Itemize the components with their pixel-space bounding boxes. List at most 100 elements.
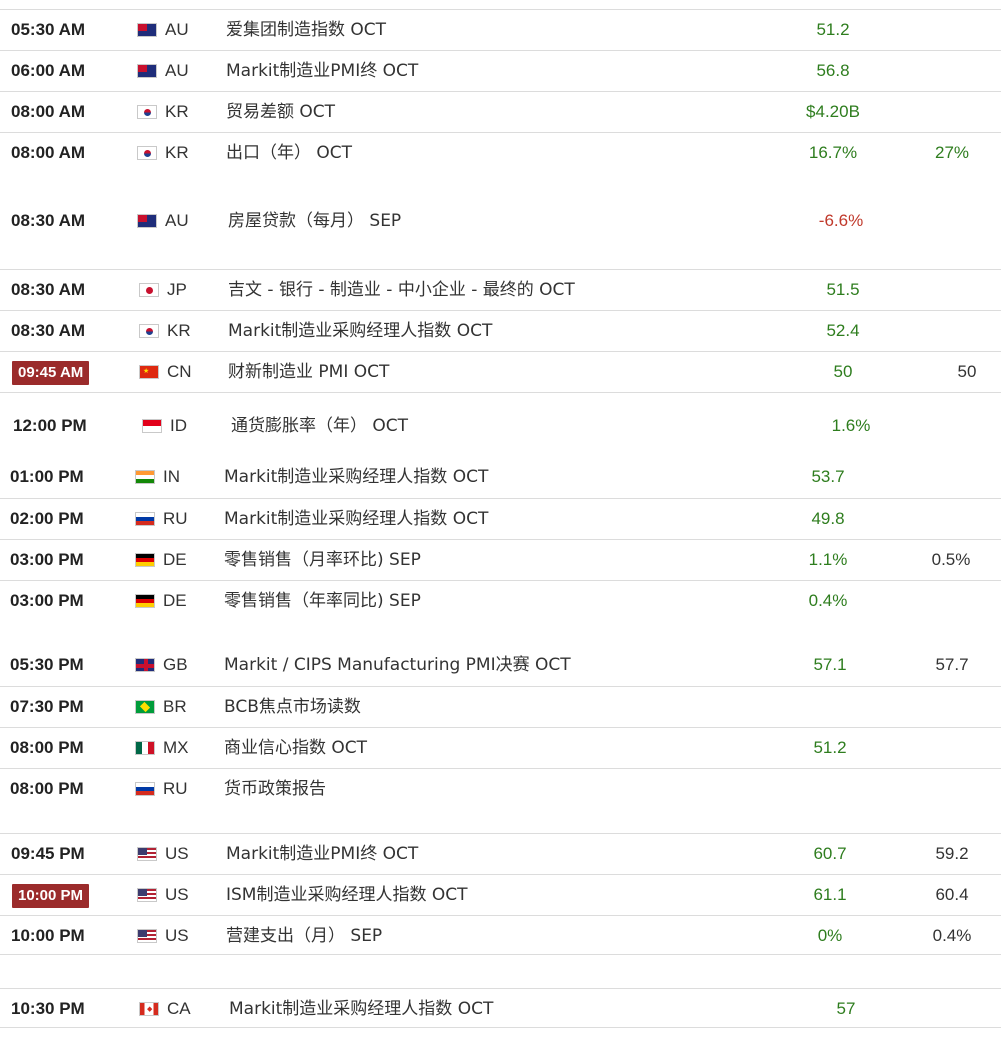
event-name[interactable]: 货币政策报告 — [224, 769, 326, 809]
table-row[interactable]: 02:00 PM RU Markit制造业采购经理人指数 OCT 49.8 — [0, 498, 1001, 538]
event-name[interactable]: Markit制造业采购经理人指数 OCT — [224, 499, 488, 539]
event-time: 09:45 PM — [11, 844, 85, 863]
country-code: RU — [163, 509, 188, 528]
row-divider — [0, 392, 1001, 393]
country-code: CA — [167, 999, 191, 1018]
event-name[interactable]: Markit制造业采购经理人指数 OCT — [229, 989, 493, 1029]
kr-flag-icon — [139, 324, 159, 338]
table-row[interactable]: 08:00 PM MX 商业信心指数 OCT 51.2 — [0, 727, 1001, 767]
table-row[interactable]: 07:30 PM BR BCB焦点市场读数 — [0, 686, 1001, 726]
country-code: RU — [163, 779, 188, 798]
actual-value: 50 — [833, 362, 853, 381]
forecast-value: 27% — [934, 143, 970, 162]
event-name[interactable]: Markit制造业采购经理人指数 OCT — [224, 457, 488, 497]
country-code: US — [165, 885, 189, 904]
table-row[interactable]: 03:00 PM DE 零售销售（月率环比) SEP 1.1% 0.5% — [0, 539, 1001, 579]
table-row[interactable]: 08:30 AM KR Markit制造业采购经理人指数 OCT 52.4 — [0, 310, 1001, 350]
country-code: MX — [163, 738, 189, 757]
table-row[interactable]: 10:00 PM US ISM制造业采购经理人指数 OCT 61.1 60.4 — [0, 874, 1001, 914]
cn-flag-icon: ★ — [139, 365, 159, 379]
kr-flag-icon — [137, 105, 157, 119]
event-name[interactable]: 出口（年） OCT — [226, 133, 352, 173]
actual-value: 60.7 — [813, 844, 847, 863]
event-name[interactable]: BCB焦点市场读数 — [224, 687, 361, 727]
ru-flag-icon — [135, 782, 155, 796]
event-time: 08:00 PM — [10, 779, 84, 798]
forecast-value — [912, 270, 992, 310]
country-code: BR — [163, 697, 187, 716]
forecast-value — [912, 989, 992, 1029]
actual-value: 56.8 — [816, 61, 850, 80]
event-time: 10:00 PM — [11, 926, 85, 945]
us-flag-icon — [137, 929, 157, 943]
table-row[interactable]: 01:00 PM IN Markit制造业采购经理人指数 OCT 53.7 — [0, 457, 1001, 497]
actual-value — [785, 687, 875, 727]
country-code: IN — [163, 467, 180, 486]
event-name[interactable]: 营建支出（月） SEP — [226, 916, 382, 956]
forecast-value: 60.4 — [935, 885, 969, 904]
event-time: 06:00 AM — [11, 61, 86, 80]
country-code: ID — [170, 416, 187, 435]
country-code: CN — [167, 362, 192, 381]
table-row[interactable]: 05:30 AM AU 爱集团制造指数 OCT 51.2 — [0, 9, 1001, 49]
forecast-value: 0.5% — [931, 550, 971, 569]
event-name[interactable]: 房屋贷款（每月） SEP — [228, 201, 401, 241]
forecast-value — [912, 499, 992, 539]
table-row[interactable]: 08:00 PM RU 货币政策报告 — [0, 768, 1001, 808]
event-name[interactable]: 通货膨胀率（年） OCT — [231, 406, 408, 446]
country-code: US — [165, 926, 189, 945]
actual-value: 52.4 — [826, 321, 860, 340]
table-row[interactable]: 08:00 AM KR 贸易差额 OCT $4.20B — [0, 91, 1001, 131]
event-name[interactable]: 商业信心指数 OCT — [224, 728, 367, 768]
au-flag-icon — [137, 64, 157, 78]
forecast-value — [912, 92, 992, 132]
forecast-value — [912, 201, 992, 241]
event-name[interactable]: 吉文 - 银行 - 制造业 - 中小企业 - 最终的 OCT — [228, 270, 575, 310]
country-code: DE — [163, 591, 187, 610]
event-name[interactable]: Markit制造业PMI终 OCT — [226, 51, 418, 91]
au-flag-icon — [137, 23, 157, 37]
au-flag-icon — [137, 214, 157, 228]
event-name[interactable]: 爱集团制造指数 OCT — [226, 10, 386, 50]
event-name[interactable]: 零售销售（月率环比) SEP — [224, 540, 421, 580]
table-row[interactable]: 08:30 AM AU 房屋贷款（每月） SEP -6.6% — [0, 201, 1001, 268]
country-code: JP — [167, 280, 187, 299]
event-name[interactable]: 零售销售（年率同比) SEP — [224, 581, 421, 621]
actual-value: 51.2 — [816, 20, 850, 39]
table-row[interactable]: 09:45 PM US Markit制造业PMI终 OCT 60.7 59.2 — [0, 833, 1001, 873]
forecast-value: 57.7 — [935, 655, 969, 674]
event-name[interactable]: ISM制造业采购经理人指数 OCT — [226, 875, 468, 915]
table-row[interactable]: 05:30 PM GB Markit / CIPS Manufacturing … — [0, 645, 1001, 685]
actual-value: 57.1 — [813, 655, 847, 674]
table-row[interactable]: 08:00 AM KR 出口（年） OCT 16.7% 27% — [0, 132, 1001, 172]
actual-value — [785, 769, 875, 809]
forecast-value — [912, 728, 992, 768]
table-row[interactable]: 03:00 PM DE 零售销售（年率同比) SEP 0.4% — [0, 580, 1001, 620]
us-flag-icon — [137, 888, 157, 902]
table-row[interactable]: 10:00 PM US 营建支出（月） SEP 0% 0.4% — [0, 915, 1001, 955]
event-time: 07:30 PM — [10, 697, 84, 716]
forecast-value — [912, 581, 992, 621]
event-name[interactable]: Markit制造业采购经理人指数 OCT — [228, 311, 492, 351]
forecast-value — [912, 457, 992, 497]
country-code: KR — [167, 321, 191, 340]
table-row[interactable]: 12:00 PM ID 通货膨胀率（年） OCT 1.6% — [0, 406, 1001, 446]
de-flag-icon — [135, 594, 155, 608]
forecast-value — [912, 51, 992, 91]
forecast-value: 0.4% — [932, 926, 972, 945]
event-time: 10:30 PM — [11, 999, 85, 1018]
event-name[interactable]: Markit制造业PMI终 OCT — [226, 834, 418, 874]
actual-value: 51.2 — [813, 738, 847, 757]
event-name[interactable]: 贸易差额 OCT — [226, 92, 335, 132]
table-row[interactable]: 09:45 AM ★ CN 财新制造业 PMI OCT 50 50 — [0, 351, 1001, 391]
table-row[interactable]: 06:00 AM AU Markit制造业PMI终 OCT 56.8 — [0, 50, 1001, 90]
country-code: KR — [165, 143, 189, 162]
actual-value: 53.7 — [811, 467, 845, 486]
event-name[interactable]: Markit / CIPS Manufacturing PMI决赛 OCT — [224, 645, 571, 685]
table-row[interactable]: 10:30 PM ◆ CA Markit制造业采购经理人指数 OCT 57 — [0, 988, 1001, 1028]
table-row[interactable]: 08:30 AM JP 吉文 - 银行 - 制造业 - 中小企业 - 最终的 O… — [0, 269, 1001, 309]
event-name[interactable]: 财新制造业 PMI OCT — [228, 352, 389, 392]
jp-flag-icon — [139, 283, 159, 297]
event-time: 05:30 AM — [11, 20, 86, 39]
actual-value: 16.7% — [808, 143, 858, 162]
